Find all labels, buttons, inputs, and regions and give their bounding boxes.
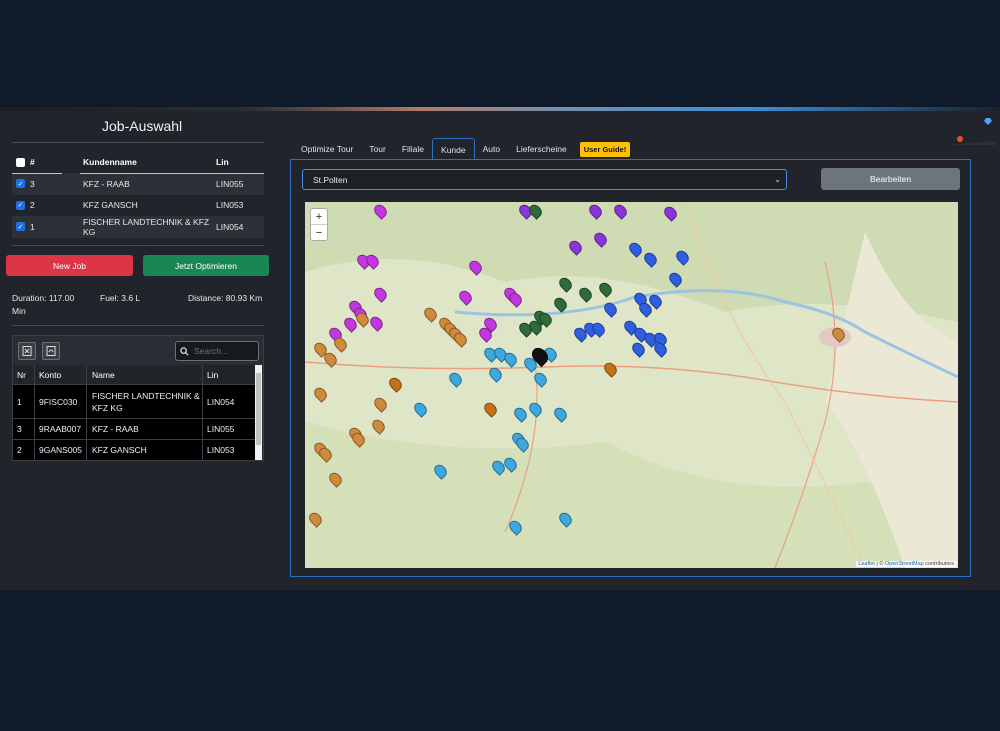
result-panel: Nr Konto Name Lin 1 9FISC030 FISCHER LAN… xyxy=(12,335,264,461)
job-row[interactable]: ✓ 1 FISCHER LANDTECHNIK & KFZ KG LIN054 xyxy=(12,216,264,238)
job-lin: LIN054 xyxy=(216,221,244,232)
tab-bar: Optimize Tour Tour Filiale Kunde Auto Li… xyxy=(293,138,631,160)
table-scrollbar[interactable] xyxy=(255,365,262,460)
result-table-header: Nr Konto Name Lin xyxy=(13,365,256,385)
distance-stat: Distance: 80.93 Km xyxy=(188,293,263,303)
divider xyxy=(12,325,264,326)
cell-nr: 3 xyxy=(13,419,35,439)
job-name: KFZ - RAAB xyxy=(83,178,130,189)
header-kundenname: Kundenname xyxy=(83,157,137,167)
row-checkbox[interactable]: ✓ xyxy=(16,222,25,232)
table-row[interactable]: 3 9RAAB007 KFZ - RAAB LIN055 xyxy=(13,419,256,440)
table-row[interactable]: 1 9FISC030 FISCHER LANDTECHNIK & KFZ KG … xyxy=(13,385,256,419)
chevron-down-icon: ⌄ xyxy=(774,175,781,184)
result-table: Nr Konto Name Lin 1 9FISC030 FISCHER LAN… xyxy=(13,365,256,461)
header-gradient-line xyxy=(0,107,1000,111)
job-num: 3 xyxy=(30,178,35,189)
header-lin: Lin xyxy=(207,369,219,380)
job-num: 1 xyxy=(30,221,35,232)
table-row[interactable]: 2 9GANS005 KFZ GANSCH LIN053 xyxy=(13,440,256,461)
cell-konto: 9RAAB007 xyxy=(35,419,87,439)
leaflet-link[interactable]: Leaflet xyxy=(858,561,875,567)
job-lin: LIN055 xyxy=(216,178,244,189)
tab-optimize-tour[interactable]: Optimize Tour xyxy=(293,138,361,160)
duration-stat: Duration: 117.00 Min xyxy=(12,293,74,316)
cell-name: FISCHER LANDTECHNIK & KFZ KG xyxy=(87,385,203,418)
cell-nr: 2 xyxy=(13,440,35,460)
brand-logo xyxy=(946,115,996,145)
job-row[interactable]: ✓ 2 KFZ GANSCH LIN053 xyxy=(12,195,264,217)
row-checkbox[interactable]: ✓ xyxy=(16,179,25,189)
location-select[interactable]: St.Polten ⌄ xyxy=(302,169,787,190)
header-nr: Nr xyxy=(13,365,35,384)
edit-button[interactable]: Bearbeiten xyxy=(821,168,960,190)
row-checkbox[interactable]: ✓ xyxy=(16,200,25,210)
cell-name: KFZ GANSCH xyxy=(87,440,203,460)
job-table-header: # Kundenname Lin xyxy=(12,151,264,174)
tab-kunde[interactable]: Kunde xyxy=(432,138,475,160)
export-pdf-icon[interactable] xyxy=(42,342,60,360)
header-name: Name xyxy=(87,365,203,384)
cell-lin: LIN054 xyxy=(207,396,235,407)
tab-filiale[interactable]: Filiale xyxy=(394,138,432,160)
osm-link[interactable]: OpenStreetMap xyxy=(885,561,924,567)
tab-tour[interactable]: Tour xyxy=(361,138,394,160)
header-num: # xyxy=(30,157,35,167)
location-select-value: St.Polten xyxy=(313,174,348,185)
search-input[interactable] xyxy=(194,346,254,356)
search-icon xyxy=(180,346,189,356)
job-table: # Kundenname Lin ✓ 3 KFZ - RAAB LIN055 ✓ 2… xyxy=(12,151,264,238)
zoom-out-button[interactable]: − xyxy=(311,225,327,241)
new-job-button[interactable]: New Job xyxy=(6,255,133,276)
map-attribution: Leaflet | © OpenStreetMap contributors xyxy=(856,561,956,567)
header-konto: Konto xyxy=(35,365,87,384)
duration-unit: Min xyxy=(12,306,26,316)
header-lin: Lin xyxy=(216,157,229,167)
tab-lieferscheine[interactable]: Lieferscheine xyxy=(508,138,575,160)
cell-lin: LIN055 xyxy=(207,424,235,434)
search-box[interactable] xyxy=(175,341,259,361)
attribution-separator: | © xyxy=(874,561,885,567)
job-name: KFZ GANSCH xyxy=(83,200,138,211)
job-lin: LIN053 xyxy=(216,200,244,211)
cell-nr: 1 xyxy=(13,385,35,418)
map-tiles xyxy=(305,202,958,568)
map-view[interactable]: + − Leaflet | © OpenStreetMap contributo… xyxy=(305,202,958,568)
zoom-control: + − xyxy=(310,208,328,241)
tab-auto[interactable]: Auto xyxy=(475,138,509,160)
page-title: Job-Auswahl xyxy=(102,118,183,134)
divider xyxy=(12,245,264,246)
cell-konto: 9FISC030 xyxy=(35,385,87,418)
cell-konto: 9GANS005 xyxy=(35,440,87,460)
divider xyxy=(12,142,264,143)
job-name: FISCHER LANDTECHNIK & KFZ KG xyxy=(83,216,210,237)
fuel-stat: Fuel: 3.6 L xyxy=(100,293,141,303)
attribution-tail: contributors xyxy=(923,561,954,567)
job-num: 2 xyxy=(30,200,35,211)
duration-value: Duration: 117.00 xyxy=(12,293,75,303)
optimize-button[interactable]: Jetzt Optimieren xyxy=(143,255,269,276)
job-row[interactable]: ✓ 3 KFZ - RAAB LIN055 xyxy=(12,173,264,195)
app-window: Job-Auswahl # Kundenname Lin ✓ 3 KFZ - RA… xyxy=(0,107,1000,590)
zoom-in-button[interactable]: + xyxy=(311,209,327,225)
cell-lin: LIN053 xyxy=(207,445,235,455)
select-all-checkbox[interactable] xyxy=(16,157,25,167)
user-guide-button[interactable]: User Guide! xyxy=(579,141,631,157)
export-excel-icon[interactable] xyxy=(18,342,36,360)
cell-name: KFZ - RAAB xyxy=(87,419,203,439)
